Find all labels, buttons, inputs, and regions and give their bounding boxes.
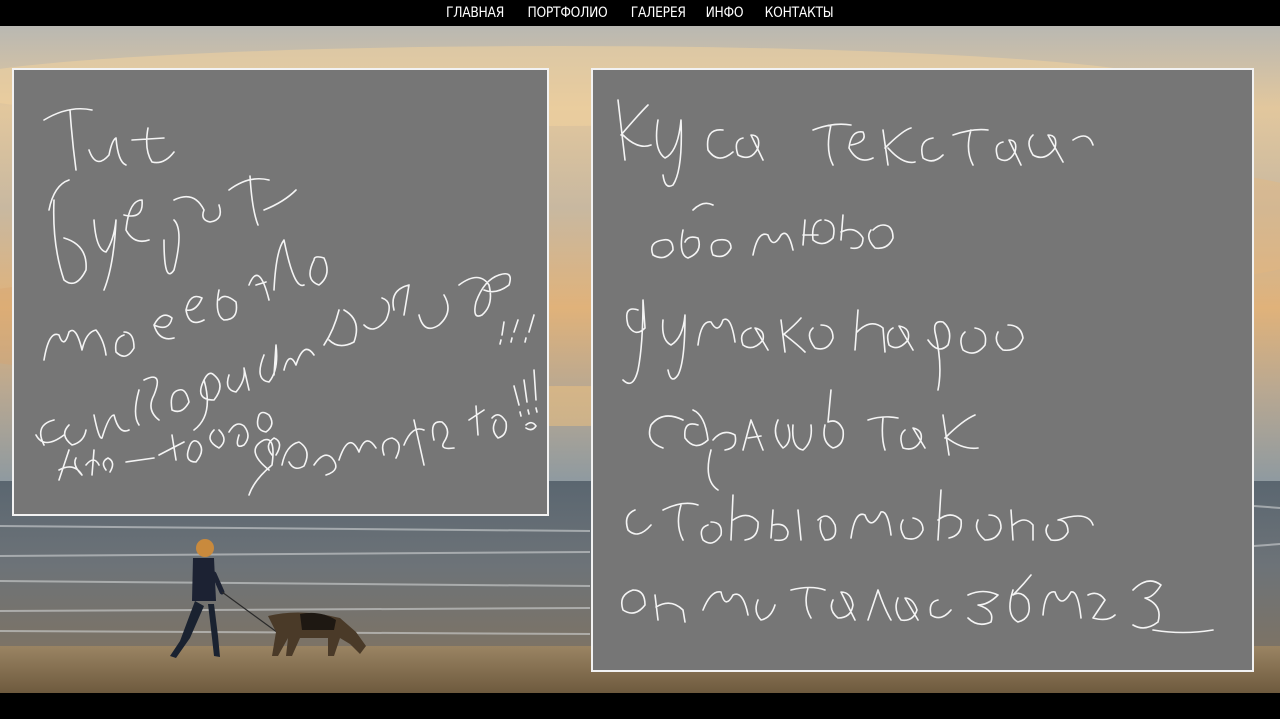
nav-link-home[interactable]: ГЛАВНАЯ [446,5,504,21]
nav-link-info[interactable]: ИНФО [706,5,744,21]
handwritten-note-right: Куса текста оболю думаю надо сделать так… [591,68,1254,672]
nav-link-portfolio[interactable]: ПОРТФОЛИО [527,5,607,21]
nav-link-gallery[interactable]: ГАЛЕРЕЯ [631,5,686,21]
top-navigation: ГЛАВНАЯ ПОРТФОЛИО ГАЛЕРЕЯ ИНФО КОНТАКТЫ [0,0,1280,26]
nav-link-contacts[interactable]: КОНТАКТЫ [765,5,834,21]
left-handwriting-drawing [35,107,538,496]
bottom-bar [0,693,1280,719]
right-handwriting-drawing [617,99,1214,634]
handwritten-note-left: Тут Будет моё ебало если когда-нибудь кт… [12,68,549,516]
